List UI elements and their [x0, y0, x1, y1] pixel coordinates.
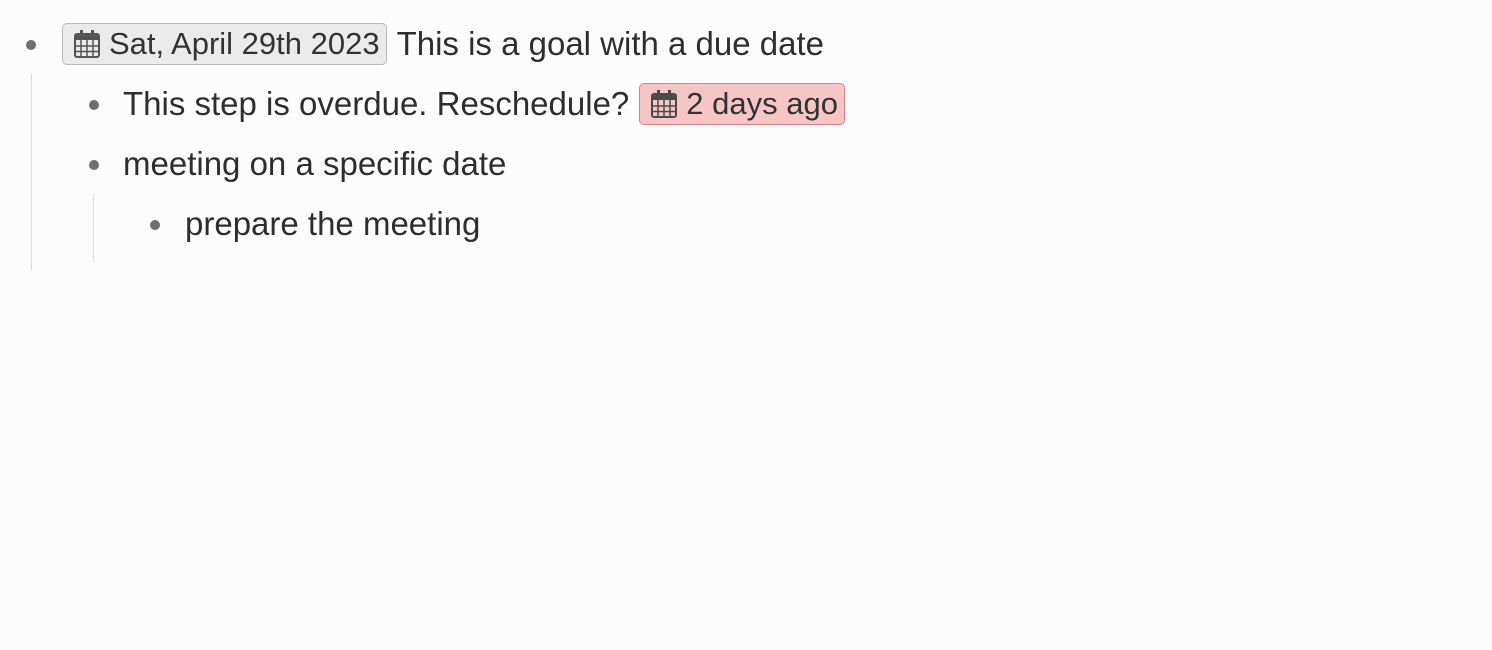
- calendar-icon: [73, 29, 101, 59]
- item-text[interactable]: meeting on a specific date: [123, 145, 506, 183]
- item-text[interactable]: This is a goal with a due date: [397, 25, 824, 63]
- bullet[interactable]: [89, 100, 99, 110]
- bullet[interactable]: [26, 40, 36, 50]
- outline-item-meeting[interactable]: meeting on a specific date: [123, 142, 506, 186]
- outline-item-goal[interactable]: Sat, April 29th 2023 This is a goal with…: [62, 22, 824, 66]
- due-date-tag[interactable]: Sat, April 29th 2023: [62, 23, 387, 65]
- indent-guide-level-2: [93, 194, 94, 262]
- outline-item-overdue-step[interactable]: This step is overdue. Reschedule? 2 days…: [123, 82, 845, 126]
- item-text[interactable]: prepare the meeting: [185, 205, 480, 243]
- due-date-label: Sat, April 29th 2023: [109, 26, 380, 61]
- item-text[interactable]: This step is overdue. Reschedule?: [123, 85, 629, 123]
- indent-guide-level-1: [31, 74, 32, 270]
- outline-item-prepare-meeting[interactable]: prepare the meeting: [185, 202, 480, 246]
- overdue-date-tag[interactable]: 2 days ago: [639, 83, 845, 125]
- bullet[interactable]: [150, 220, 160, 230]
- calendar-icon: [650, 89, 678, 119]
- bullet[interactable]: [89, 160, 99, 170]
- overdue-date-label: 2 days ago: [686, 86, 838, 121]
- outline-tree: Sat, April 29th 2023 This is a goal with…: [0, 0, 1492, 650]
